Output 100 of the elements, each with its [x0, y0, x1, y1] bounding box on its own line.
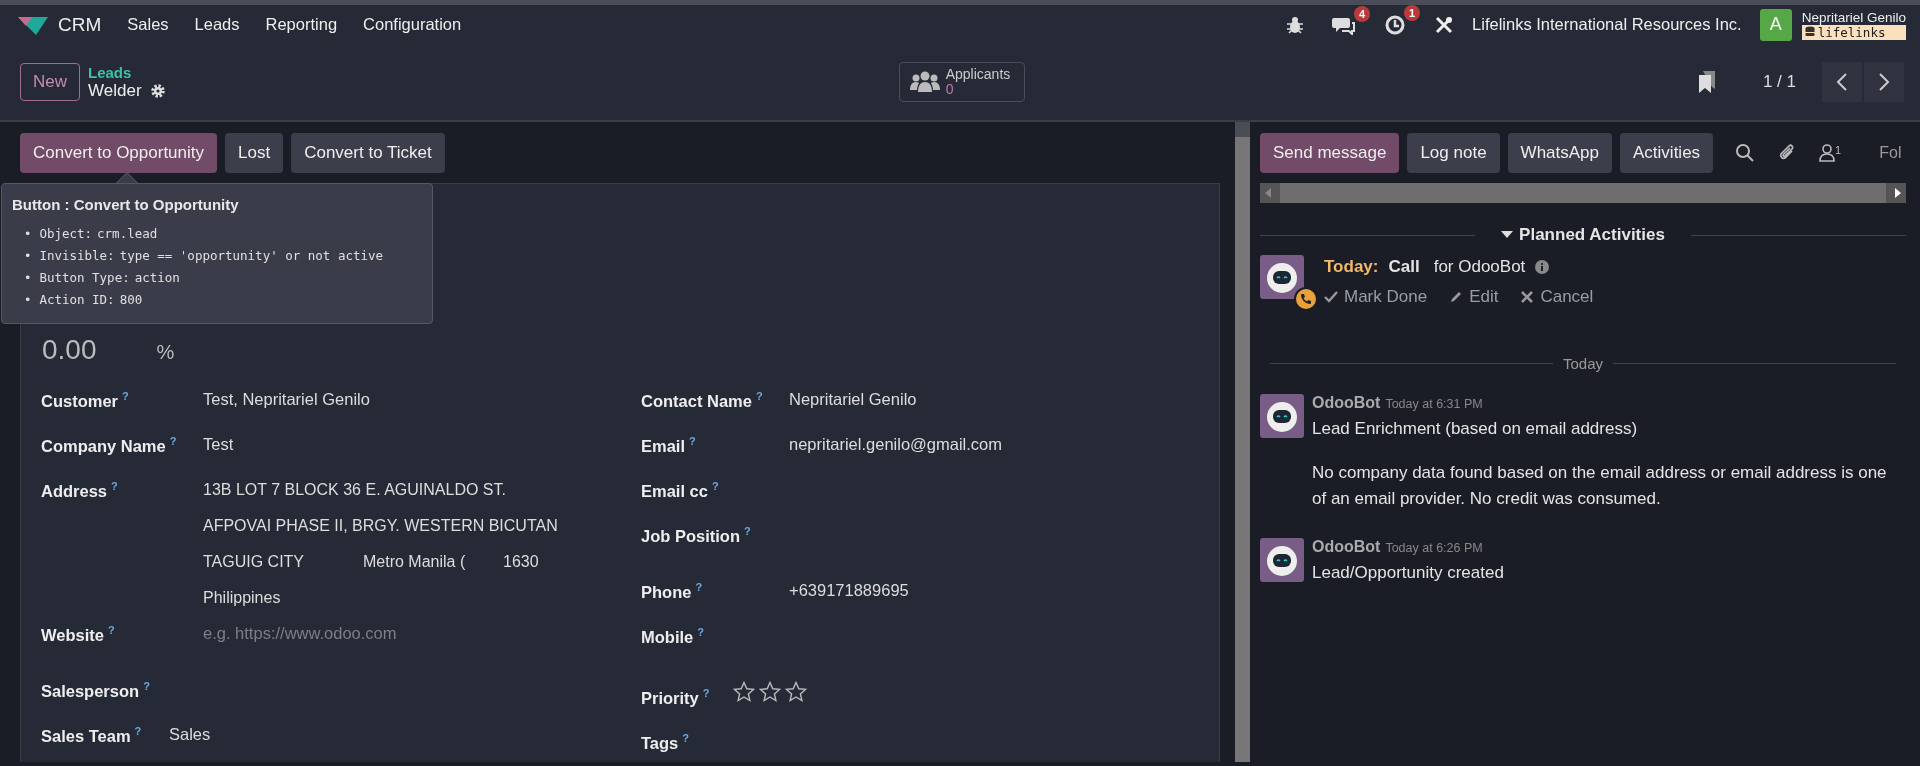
- pencil-icon[interactable]: [1449, 290, 1464, 304]
- applicants-button[interactable]: Applicants 0: [898, 62, 1026, 102]
- horizontal-scrollbar[interactable]: [1260, 183, 1906, 203]
- check-icon[interactable]: [1324, 290, 1338, 304]
- star-icon[interactable]: [759, 681, 781, 703]
- input-field[interactable]: e.g. https://www.odoo.com: [203, 624, 563, 643]
- chatter-button[interactable]: WhatsApp: [1507, 133, 1613, 173]
- clock-icon[interactable]: [1384, 13, 1407, 36]
- chevron-left-icon[interactable]: [1836, 72, 1848, 92]
- help-mark[interactable]: ?: [697, 626, 704, 638]
- tools-icon[interactable]: [1434, 14, 1455, 35]
- field-value: nepritariel.genilo@gmail.com: [789, 435, 1002, 454]
- tooltip-value: crm.lead: [97, 226, 158, 241]
- bullet-mark: •: [24, 270, 32, 285]
- help-mark[interactable]: ?: [755, 390, 763, 402]
- action-button[interactable]: Convert to Ticket: [291, 133, 445, 173]
- action-button[interactable]: Lost: [225, 133, 284, 173]
- message-text: Lead/Opportunity created: [1312, 562, 1505, 584]
- help-mark[interactable]: ?: [695, 581, 703, 593]
- bullet-mark: •: [24, 292, 32, 307]
- help-mark[interactable]: ?: [111, 480, 118, 492]
- field-label: Sales Team: [41, 726, 131, 745]
- menu-item[interactable]: Reporting: [265, 15, 338, 34]
- address-line: AFPOVAI PHASE II, BRGY. WESTERN BICUTAN: [203, 516, 558, 536]
- database-name[interactable]: lifelinks: [1801, 24, 1906, 40]
- bullet-mark: •: [24, 248, 32, 263]
- menu-item[interactable]: Sales: [127, 15, 169, 34]
- menu-item[interactable]: Leads: [194, 15, 240, 34]
- address-line: 13B LOT 7 BLOCK 36 E. AGUINALDO ST.: [203, 480, 507, 500]
- activity-type: Call: [1388, 257, 1420, 277]
- field-label: Email: [641, 436, 686, 455]
- field-value: +639171889695: [789, 581, 909, 600]
- bullet-mark: •: [24, 226, 32, 241]
- search-icon[interactable]: [1735, 143, 1756, 163]
- tooltip-value: type == 'opportunity' or not active: [119, 248, 384, 263]
- bot-avatar[interactable]: [1260, 538, 1304, 582]
- field-label: Mobile: [641, 627, 694, 646]
- scroll-right-icon[interactable]: [1894, 188, 1902, 198]
- bug-icon[interactable]: [1286, 15, 1305, 34]
- chatter-button[interactable]: Log note: [1407, 133, 1500, 173]
- section-toggle[interactable]: Planned Activities: [1501, 225, 1665, 245]
- database-icon[interactable]: [1804, 26, 1815, 38]
- action-button[interactable]: Convert to Opportunity: [20, 133, 218, 173]
- field-label: Company Name: [41, 436, 166, 455]
- gear-icon[interactable]: [149, 82, 166, 99]
- message-author: OdooBot: [1312, 538, 1381, 556]
- vertical-scrollbar[interactable]: [1235, 122, 1250, 762]
- help-mark[interactable]: ?: [689, 435, 696, 447]
- activity-action[interactable]: Cancel: [1520, 287, 1594, 307]
- help-mark[interactable]: ?: [702, 687, 710, 699]
- date-divider: Today: [1563, 355, 1603, 372]
- bot-avatar[interactable]: [1260, 255, 1304, 299]
- person-icon[interactable]: [1819, 144, 1836, 162]
- field-label: Job Position: [641, 526, 740, 545]
- activity-action[interactable]: Mark Done: [1324, 287, 1428, 307]
- bookmarks-icon[interactable]: [1696, 70, 1717, 94]
- field-label: Customer: [41, 391, 118, 410]
- follow-button[interactable]: Fol: [1879, 144, 1902, 162]
- country-value: Philippines: [203, 588, 282, 608]
- star-icon[interactable]: [785, 681, 807, 703]
- menu-item[interactable]: Configuration: [363, 15, 462, 34]
- help-mark[interactable]: ?: [682, 732, 690, 744]
- help-mark[interactable]: ?: [107, 624, 115, 636]
- probability-value: 0.00: [42, 334, 97, 366]
- message-text: Lead Enrichment (based on email address): [1312, 418, 1639, 440]
- field-value: Nepritariel Genilo: [789, 390, 917, 409]
- help-mark[interactable]: ?: [744, 525, 751, 537]
- state-value: Metro Manila (: [363, 552, 467, 572]
- chatter-button[interactable]: Activities: [1620, 133, 1714, 173]
- chevron-right-icon[interactable]: [1878, 72, 1890, 92]
- field-label: Phone: [641, 582, 692, 601]
- field-label: Salesperson: [41, 681, 140, 700]
- phone-icon[interactable]: [1294, 287, 1318, 311]
- tooltip-title: Button : Convert to Opportunity: [12, 196, 240, 213]
- company-name[interactable]: Lifelinks International Resources Inc.: [1472, 15, 1742, 34]
- help-mark[interactable]: ?: [711, 480, 719, 492]
- caret-icon[interactable]: [1501, 231, 1514, 239]
- info-icon[interactable]: [1535, 260, 1550, 274]
- new-button[interactable]: New: [20, 63, 80, 101]
- app-name[interactable]: CRM: [58, 13, 102, 36]
- people-icon[interactable]: [909, 70, 940, 94]
- bot-avatar[interactable]: [1260, 394, 1304, 438]
- chatter-button[interactable]: Send message: [1260, 133, 1400, 173]
- help-mark[interactable]: ?: [169, 435, 177, 447]
- activity-assignee: for OdooBot: [1433, 257, 1526, 277]
- field-label: Tags: [641, 733, 679, 752]
- close-icon[interactable]: [1520, 290, 1535, 304]
- pager-value: 1 / 1: [1762, 72, 1796, 92]
- next-button[interactable]: [1864, 62, 1904, 102]
- activity-action[interactable]: Edit: [1449, 287, 1499, 307]
- previous-button[interactable]: [1822, 62, 1862, 102]
- help-mark[interactable]: ?: [143, 680, 150, 692]
- user-name[interactable]: Nepritariel Genilo: [1801, 9, 1906, 25]
- help-mark[interactable]: ?: [134, 725, 142, 737]
- breadcrumb-link[interactable]: Leads: [88, 63, 166, 81]
- zip-value: 1630: [503, 552, 539, 572]
- field-label: Priority: [641, 688, 699, 707]
- star-icon[interactable]: [733, 681, 755, 703]
- message-text: No company data found based on the email address or email address is one of an email provider. No credit was consumed.: [1312, 462, 1888, 510]
- help-mark[interactable]: ?: [122, 390, 129, 402]
